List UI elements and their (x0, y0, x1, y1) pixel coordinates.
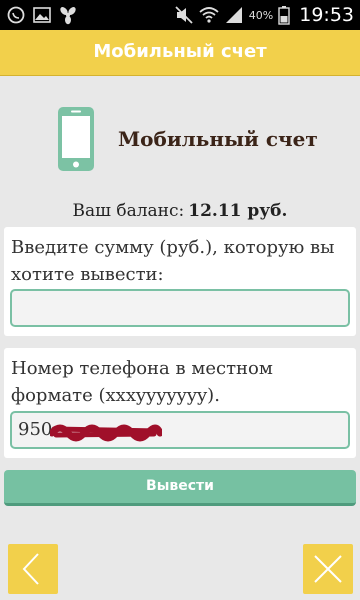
wifi-icon (199, 5, 219, 25)
amount-input[interactable] (10, 289, 350, 327)
balance-label: Ваш баланс: (72, 201, 185, 221)
phone-card: Номер телефона в местном формате (xxxyyy… (4, 348, 356, 458)
phone-icon (58, 107, 94, 171)
status-bar: 40% 19:53 (0, 0, 360, 30)
clock: 19:53 (299, 4, 354, 26)
signal-icon (224, 5, 244, 25)
phone-label: Номер телефона в местном формате (xxxyyy… (11, 358, 273, 406)
back-button[interactable] (8, 544, 58, 594)
screen-title: Мобильный счет (93, 41, 267, 62)
close-button[interactable] (303, 544, 353, 594)
status-bar-system: 40% 19:53 (174, 4, 354, 26)
status-bar-notifications (6, 5, 78, 25)
amount-label: Введите сумму (руб.), которую вы хотите … (11, 237, 335, 285)
withdraw-button[interactable]: Вывести (4, 470, 356, 506)
redaction-scribble (50, 424, 162, 442)
battery-icon (278, 5, 290, 25)
whatsapp-icon (6, 5, 26, 25)
amount-card: Введите сумму (руб.), которую вы хотите … (4, 227, 356, 336)
phone-input-value: 950 (18, 419, 53, 440)
title-bar: Мобильный счет (0, 30, 360, 76)
fan-icon (58, 5, 78, 25)
battery-percent: 40% (248, 8, 274, 22)
balance-value: 12.11 руб. (188, 201, 288, 221)
image-icon (32, 5, 52, 25)
phone-input[interactable]: 950 (10, 411, 350, 449)
balance-line: Ваш баланс: 12.11 руб. (0, 201, 360, 221)
account-title: Мобильный счет (118, 127, 318, 151)
mute-icon (174, 5, 194, 25)
